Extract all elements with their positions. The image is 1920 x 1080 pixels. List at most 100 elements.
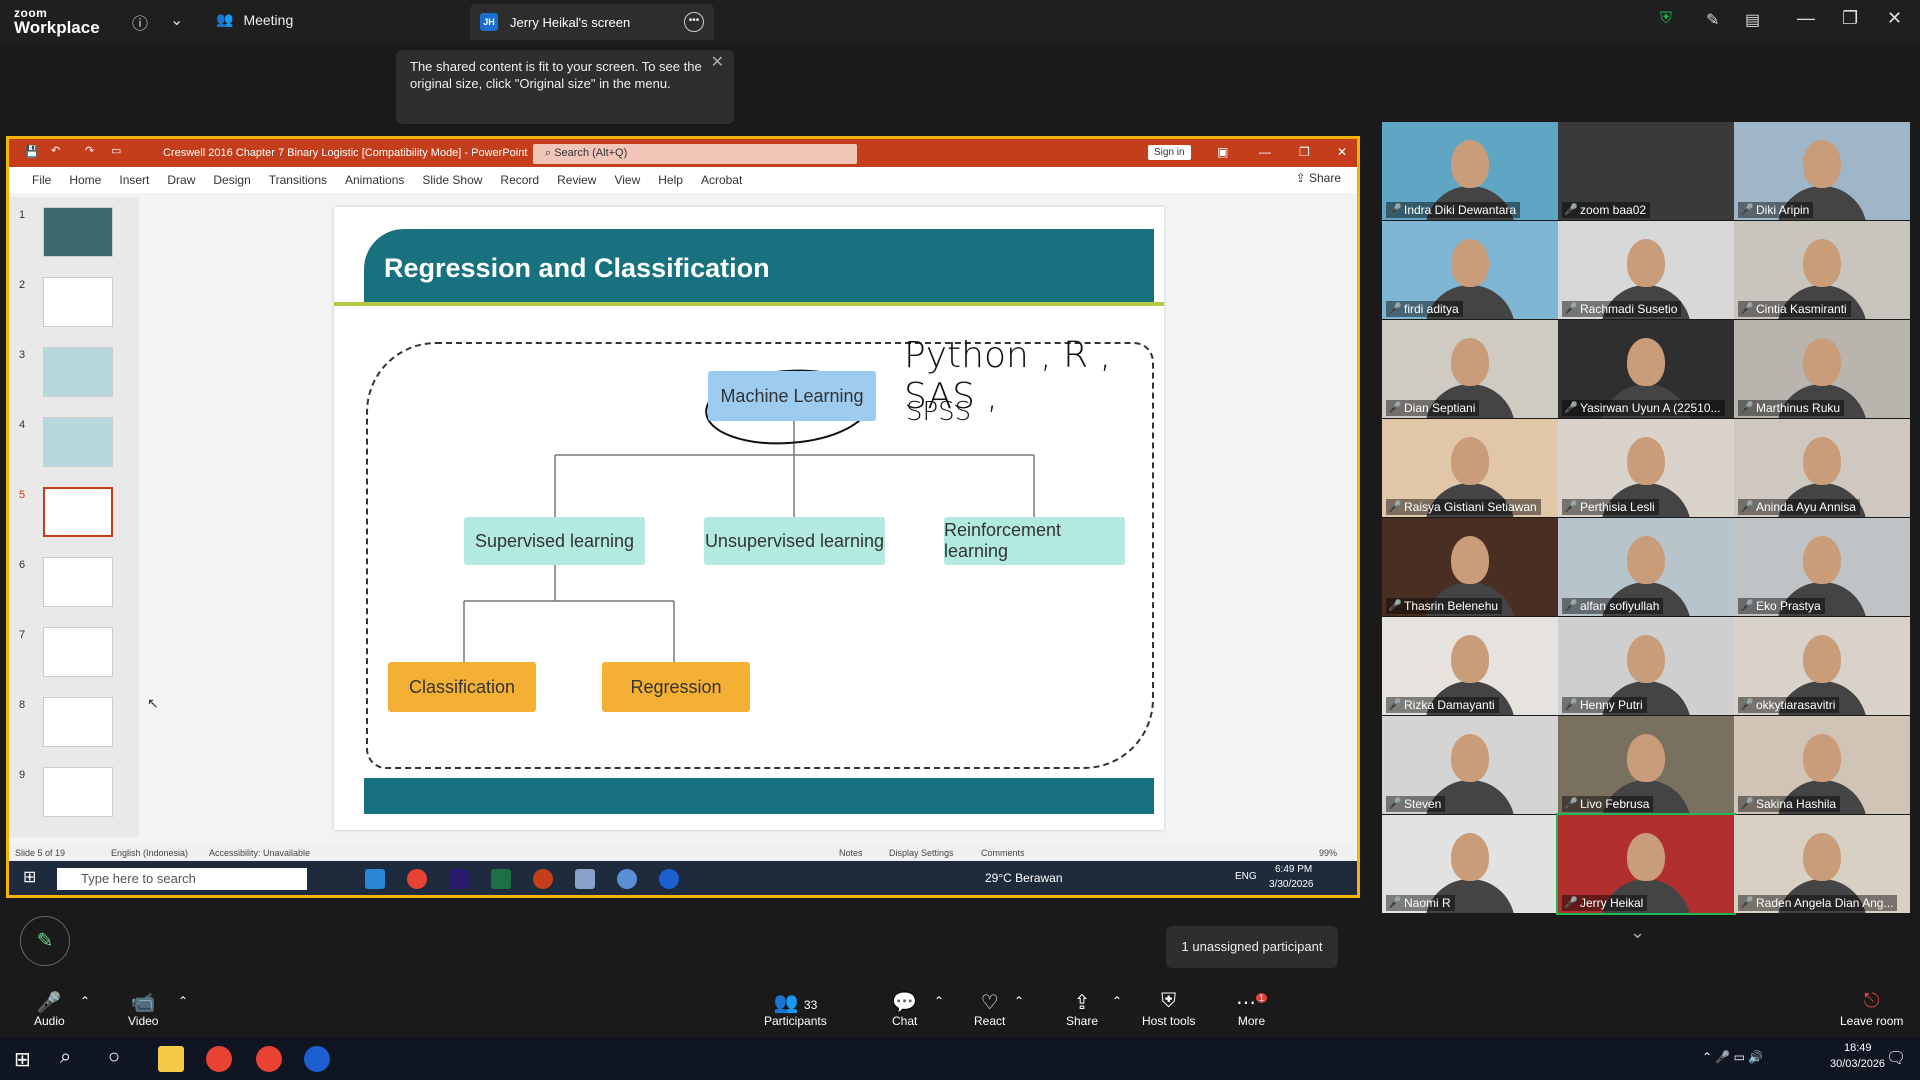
participant-tile[interactable]: Jerry Heikal 🎤	[1556, 813, 1736, 915]
slide-thumbnail[interactable]	[43, 277, 113, 327]
zoom-app-icon[interactable]	[659, 869, 679, 889]
participant-tile[interactable]: Henny Putri 🎤	[1558, 617, 1734, 715]
participant-tile[interactable]: alfan sofiyullah 🎤	[1558, 518, 1734, 616]
video-button[interactable]: 📹 Video	[128, 990, 158, 1028]
minimize-button[interactable]: —	[1797, 8, 1815, 29]
close-button[interactable]: ✕	[1887, 8, 1902, 29]
slide-thumbnail[interactable]	[43, 697, 113, 747]
search-icon[interactable]: ⌕	[60, 1046, 71, 1069]
chat-button[interactable]: 💬 Chat	[892, 990, 917, 1028]
participant-tile[interactable]: Cintia Kasmiranti 🎤	[1734, 221, 1910, 319]
chevron-up-icon[interactable]: ⌃	[80, 994, 90, 1008]
tab-draw[interactable]: Draw	[158, 167, 204, 193]
info-icon[interactable]: ⓘ	[132, 10, 148, 34]
excel-icon[interactable]	[491, 869, 511, 889]
current-slide[interactable]: Regression and Classification Machine Le…	[334, 207, 1164, 830]
tab-acrobat[interactable]: Acrobat	[692, 167, 751, 193]
participant-tile[interactable]: Livo Februsa 🎤	[1558, 716, 1734, 814]
view-layout-icon[interactable]: ▤	[1745, 10, 1760, 30]
language-indicator[interactable]: English (Indonesia)	[111, 848, 188, 858]
host-tools-button[interactable]: ⛨ Host tools	[1142, 990, 1195, 1028]
windows-start-icon[interactable]: ⊞	[23, 867, 36, 887]
sign-in-button[interactable]: Sign in	[1148, 145, 1191, 160]
participant-tile[interactable]: Sakina Hashila 🎤	[1734, 716, 1910, 814]
ppt-close-button[interactable]: ✕	[1337, 145, 1347, 159]
restore-button[interactable]: ❐	[1842, 8, 1858, 29]
tab-design[interactable]: Design	[204, 167, 259, 193]
file-explorer-icon[interactable]	[158, 1046, 184, 1072]
react-button[interactable]: ♡ React	[974, 990, 1005, 1028]
present-icon[interactable]: ▭	[111, 144, 121, 157]
comments-button[interactable]: Comments	[981, 848, 1025, 858]
save-icon[interactable]: 💾	[25, 145, 39, 158]
tab-review[interactable]: Review	[548, 167, 605, 193]
tab-transitions[interactable]: Transitions	[260, 167, 336, 193]
participant-tile[interactable]: Raden Angela Dian Ang... 🎤	[1734, 815, 1910, 913]
close-icon[interactable]: ✕	[711, 54, 724, 71]
chrome-icon[interactable]	[407, 869, 427, 889]
search-input[interactable]: ⌕ Search (Alt+Q)	[533, 144, 857, 164]
chevron-down-icon[interactable]: ⌄	[170, 10, 183, 30]
notes-button[interactable]: Notes	[839, 848, 863, 858]
slide-thumbnail[interactable]	[43, 767, 113, 817]
participant-tile[interactable]: Perthisia Lesli 🎤	[1558, 419, 1734, 517]
leave-room-button[interactable]: ⎋ Leave room	[1840, 990, 1903, 1028]
participant-tile[interactable]: zoom baa02 🎤	[1558, 122, 1734, 220]
participant-tile[interactable]: firdi aditya 🎤	[1382, 221, 1558, 319]
app-icon[interactable]	[617, 869, 637, 889]
slide-thumbnail[interactable]	[43, 417, 113, 467]
participant-tile[interactable]: Rachmadi Susetio 🎤	[1558, 221, 1734, 319]
tab-shared-screen[interactable]: JH Jerry Heikal's screen •••	[470, 4, 714, 40]
powerpoint-icon[interactable]	[533, 869, 553, 889]
edge-icon[interactable]	[365, 869, 385, 889]
display-settings-button[interactable]: Display Settings	[889, 848, 954, 858]
chevron-down-icon[interactable]: ⌄	[1630, 922, 1645, 943]
slide-thumbnail[interactable]	[43, 557, 113, 607]
notification-icon[interactable]: 🗨	[1886, 1048, 1906, 1068]
weather-widget[interactable]: 29°C Berawan	[985, 871, 1063, 885]
tab-record[interactable]: Record	[491, 167, 548, 193]
tab-animations[interactable]: Animations	[336, 167, 413, 193]
participant-tile[interactable]: Rizka Damayanti 🎤	[1382, 617, 1558, 715]
participant-tile[interactable]: okkytiarasavitri 🎤	[1734, 617, 1910, 715]
tab-file[interactable]: File	[23, 167, 60, 193]
tab-help[interactable]: Help	[649, 167, 692, 193]
slide-thumbnail[interactable]	[43, 627, 113, 677]
participant-tile[interactable]: Marthinus Ruku 🎤	[1734, 320, 1910, 418]
more-options-icon[interactable]: •••	[684, 12, 704, 32]
participant-tile[interactable]: Eko Prastya 🎤	[1734, 518, 1910, 616]
annotate-icon[interactable]: ✎	[1706, 10, 1719, 30]
tray-icons[interactable]: ⌃ 🎤 ▭ 🔊	[1702, 1050, 1763, 1064]
participant-tile[interactable]: Diki Aripin 🎤	[1734, 122, 1910, 220]
unassigned-participant-notice[interactable]: 1 unassigned participant	[1166, 926, 1338, 968]
chrome-icon[interactable]	[206, 1046, 232, 1072]
undo-icon[interactable]: ↶	[51, 144, 60, 157]
taskbar-search-input[interactable]: Type here to search	[57, 868, 307, 890]
windows-start-icon[interactable]: ⊞	[14, 1047, 31, 1072]
tab-home[interactable]: Home	[60, 167, 110, 193]
app-icon[interactable]	[575, 869, 595, 889]
accessibility-indicator[interactable]: Accessibility: Unavailable	[209, 848, 310, 858]
participants-button[interactable]: 👥 33 Participants	[764, 990, 827, 1028]
ppt-minimize-button[interactable]: —	[1259, 145, 1271, 159]
annotate-pen-button[interactable]: ✎	[20, 916, 70, 966]
shield-icon[interactable]: ⛨	[1660, 10, 1672, 28]
chevron-up-icon[interactable]: ⌃	[178, 994, 188, 1008]
participant-tile[interactable]: Yasirwan Uyun A (22510... 🎤	[1558, 320, 1734, 418]
participant-tile[interactable]: Naomi R 🎤	[1382, 815, 1558, 913]
participant-tile[interactable]: Raisya Gistiani Setiawan 🎤	[1382, 419, 1558, 517]
ppt-restore-button[interactable]: ❐	[1299, 145, 1310, 159]
more-button[interactable]: ⋯ 1 More	[1236, 990, 1268, 1028]
tab-slide-show[interactable]: Slide Show	[413, 167, 491, 193]
share-button[interactable]: ⇪ Share	[1066, 990, 1098, 1028]
chevron-up-icon[interactable]: ⌃	[1112, 994, 1122, 1008]
slide-thumbnail[interactable]	[43, 347, 113, 397]
tab-view[interactable]: View	[605, 167, 649, 193]
participant-tile[interactable]: Steven 🎤	[1382, 716, 1558, 814]
slide-thumbnail[interactable]	[43, 207, 113, 257]
participant-tile[interactable]: Indra Diki Dewantara 🎤	[1382, 122, 1558, 220]
slide-thumbnail-selected[interactable]	[43, 487, 113, 537]
participant-tile[interactable]: Dian Septiani 🎤	[1382, 320, 1558, 418]
zoom-app-icon[interactable]	[304, 1046, 330, 1072]
task-view-icon[interactable]: ○	[108, 1046, 120, 1069]
